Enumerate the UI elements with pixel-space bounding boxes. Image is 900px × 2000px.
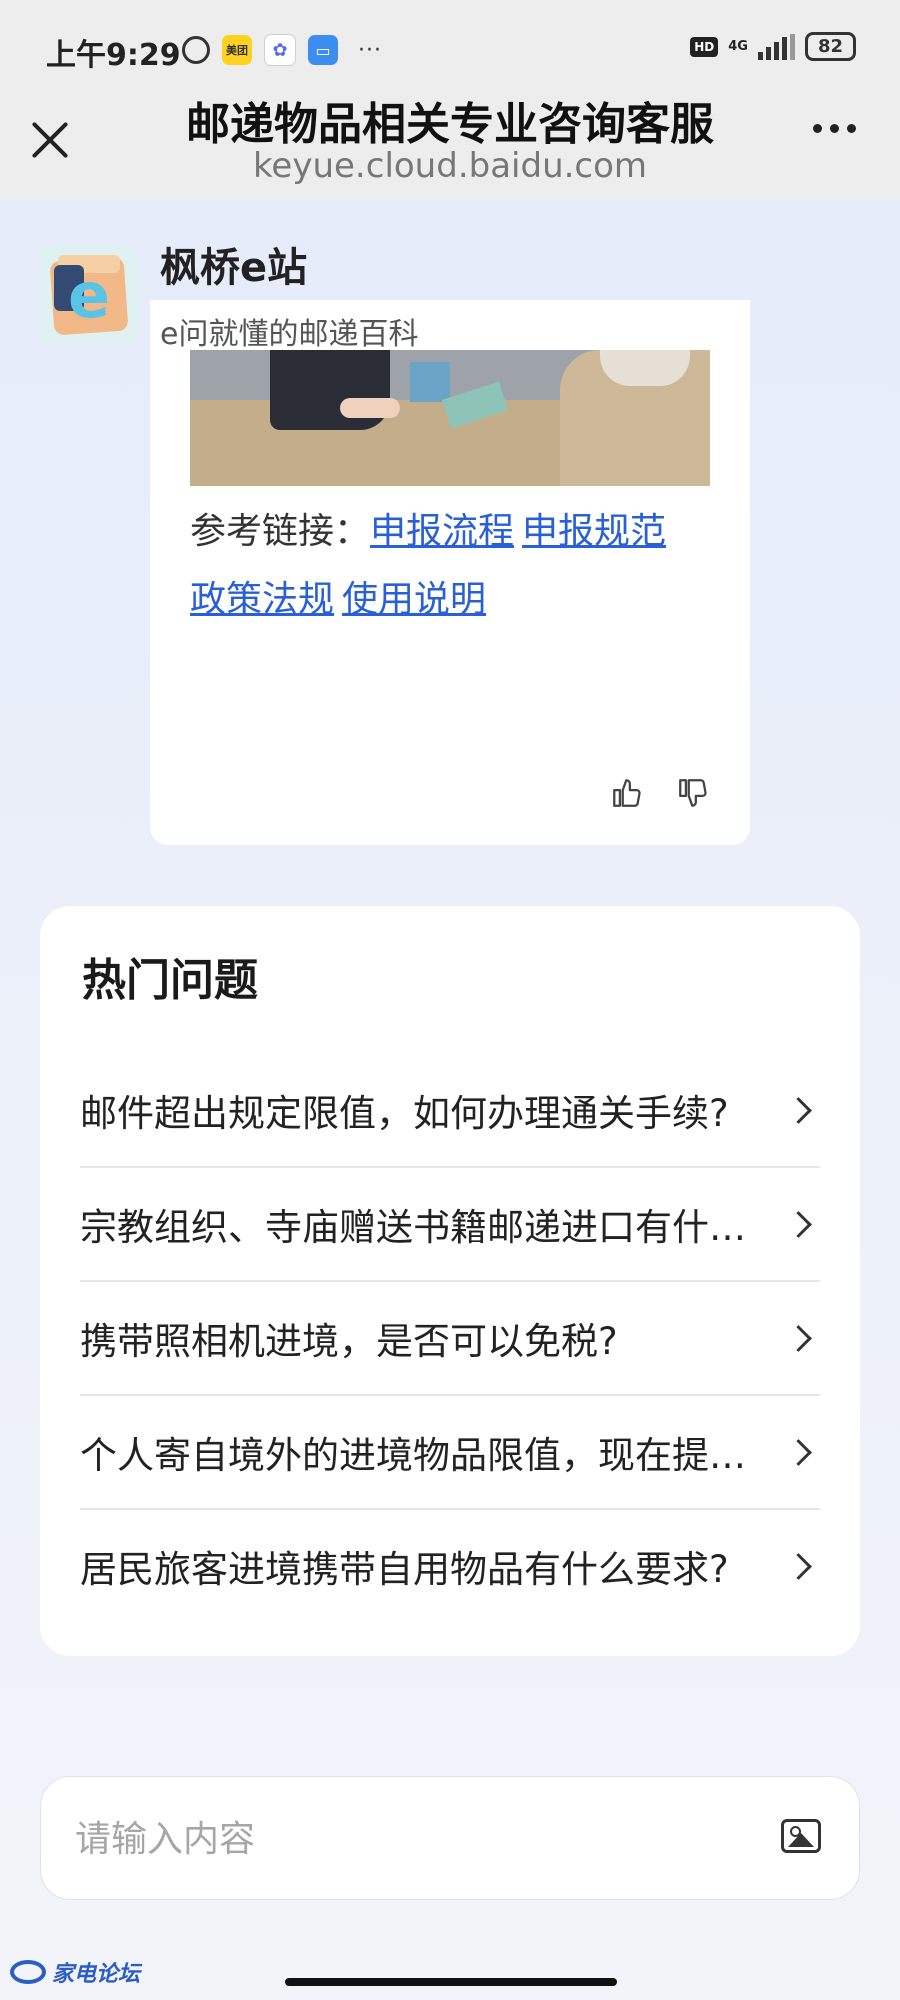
forum-logo-icon [10,1960,46,1984]
wallet-icon: ▭ [308,35,338,65]
signal-icon [757,33,795,60]
more-options-icon[interactable] [813,124,856,133]
link-usage-guide[interactable]: 使用说明 [342,579,486,620]
answer-image[interactable] [190,350,710,486]
page-url: keyue.cloud.baidu.com [252,146,648,186]
home-indicator[interactable] [285,1978,617,1986]
thumbs-down-icon[interactable] [676,776,710,810]
thumbs-up-icon[interactable] [610,776,644,810]
meituan-icon: 美团 [222,35,252,65]
alarm-icon [182,36,210,64]
bot-subtitle: e问就懂的邮递百科 [160,317,419,352]
chevron-right-icon [785,1438,812,1466]
feedback-buttons [610,776,710,810]
watermark-text: 家电论坛 [52,1962,141,1987]
bot-header: e 枫桥e站 e问就懂的邮递百科 [40,244,418,352]
network-type: 4G [728,39,748,54]
chevron-right-icon [785,1324,812,1352]
hot-question-item[interactable]: 个人寄自境外的进境物品限值，现在提高到多少? [80,1396,820,1510]
hot-questions-list: 邮件超出规定限值，如何办理通关手续? 宗教组织、寺庙赠送书籍邮递进口有什么要求?… [80,1054,820,1622]
top-bar: 上午9:29 美团 ✿ ▭ ··· HD 4G 82 邮递物品相关专业咨询客服 … [0,0,900,200]
question-text: 个人寄自境外的进境物品限值，现在提高到多少? [80,1434,780,1477]
message-input[interactable] [73,1803,737,1875]
link-policy-regulations[interactable]: 政策法规 [190,579,334,620]
link-declaration-process[interactable]: 申报流程 [370,511,514,552]
page-title: 邮递物品相关专业咨询客服 [186,99,714,150]
hot-question-item[interactable]: 邮件超出规定限值，如何办理通关手续? [80,1054,820,1168]
status-system-icons: HD 4G 82 [690,32,856,61]
hot-question-item[interactable]: 居民旅客进境携带自用物品有什么要求? [80,1510,820,1622]
battery-icon: 82 [804,32,856,61]
hot-question-item[interactable]: 携带照相机进境，是否可以免税? [80,1282,820,1396]
chevron-right-icon [785,1210,812,1238]
question-text: 邮件超出规定限值，如何办理通关手续? [80,1092,729,1135]
avatar-letter: e [68,259,111,332]
forum-watermark: 家电论坛 [10,1956,140,1988]
question-text: 宗教组织、寺庙赠送书籍邮递进口有什么要求? [80,1206,780,1249]
hot-questions-card: 热门问题 邮件超出规定限值，如何办理通关手续? 宗教组织、寺庙赠送书籍邮递进口有… [40,906,860,1656]
bot-avatar: e [40,245,138,343]
status-notification-icons: 美团 ✿ ▭ ··· [182,34,390,66]
more-notifications-icon: ··· [358,37,382,63]
cloud-app-icon: ✿ [264,34,296,66]
reference-label: 参考链接： [190,511,371,552]
message-input-bar [40,1776,860,1900]
chevron-right-icon [785,1552,812,1580]
bot-name: 枫桥e站 [160,245,308,291]
link-declaration-spec[interactable]: 申报规范 [522,511,666,552]
hot-questions-title: 热门问题 [82,955,258,1006]
chevron-right-icon [785,1096,812,1124]
hd-icon: HD [690,36,719,57]
question-text: 居民旅客进境携带自用物品有什么要求? [80,1548,729,1591]
question-text: 携带照相机进境，是否可以免税? [80,1320,618,1363]
reference-links: 参考链接：申报流程 申报规范政策法规 使用说明 [190,498,710,634]
status-time: 上午9:29 [46,38,181,73]
hot-question-item[interactable]: 宗教组织、寺庙赠送书籍邮递进口有什么要求? [80,1168,820,1282]
image-upload-icon[interactable] [781,1819,821,1853]
answer-message-card: 参考链接：申报流程 申报规范政策法规 使用说明 [150,300,750,845]
